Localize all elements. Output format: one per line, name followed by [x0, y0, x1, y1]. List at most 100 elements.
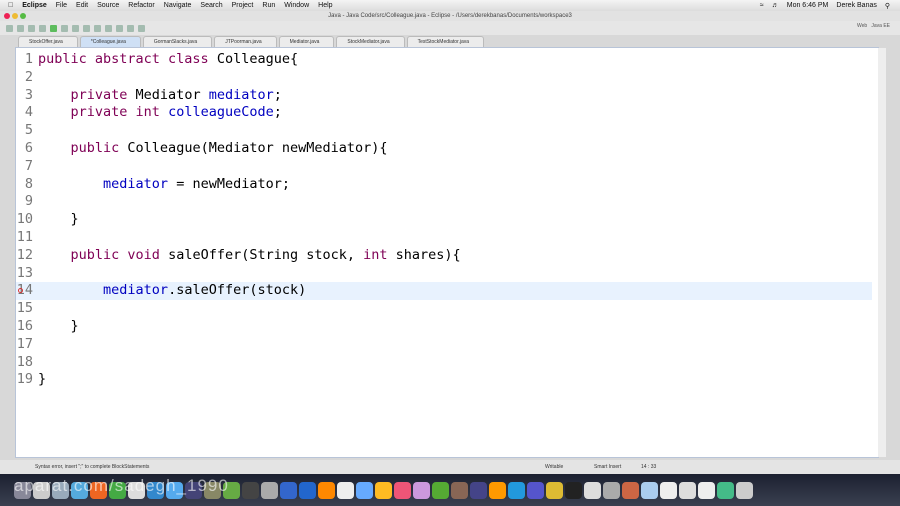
dock-app-icon[interactable] — [318, 481, 335, 499]
code-line[interactable]: 10 } — [16, 211, 872, 229]
dock-app-icon[interactable] — [261, 481, 278, 499]
dock-app-icon[interactable] — [508, 481, 525, 499]
dock-app-icon[interactable] — [242, 481, 259, 499]
close-button[interactable] — [4, 13, 10, 19]
line-number: 8 — [24, 175, 33, 192]
line-number: 1 — [24, 51, 33, 67]
dock-app-icon[interactable] — [432, 481, 449, 499]
code-line[interactable]: 8 mediator = newMediator; — [16, 176, 872, 194]
line-number: 12 — [16, 246, 33, 263]
perspective-java-ee[interactable]: Java EE — [871, 23, 890, 29]
minimize-button[interactable] — [12, 13, 18, 19]
dock-app-icon[interactable] — [622, 481, 639, 499]
new-class-icon[interactable] — [83, 24, 90, 32]
code-line[interactable]: 13 — [16, 265, 872, 283]
code-token: Colleague{ — [216, 51, 299, 67]
dock-app-icon[interactable] — [375, 481, 392, 499]
spotlight-icon[interactable]: ⚲ — [885, 2, 890, 10]
dock-app-icon[interactable] — [280, 481, 297, 499]
code-line[interactable]: 6 public Colleague(Mediator newMediator)… — [16, 140, 872, 158]
new-package-icon[interactable] — [72, 24, 79, 32]
dock-app-icon[interactable] — [698, 481, 715, 499]
dock-app-icon[interactable] — [584, 481, 601, 499]
tab-mediator[interactable]: Mediator.java — [278, 36, 335, 47]
next-annotation-icon[interactable] — [116, 24, 123, 32]
tab-colleague[interactable]: *Colleague.java — [79, 36, 141, 47]
code-line[interactable]: 18 — [16, 354, 872, 372]
dock-app-icon[interactable] — [565, 481, 582, 499]
line-number: 2 — [24, 68, 33, 85]
dock-app-icon[interactable] — [337, 481, 354, 499]
tab-teststockmediator[interactable]: TestStockMediator.java — [406, 36, 485, 47]
dock-app-icon[interactable] — [603, 481, 620, 499]
line-number: 6 — [24, 140, 33, 156]
dock-app-icon[interactable] — [489, 481, 506, 499]
tab-gormanslacks[interactable]: GormanSlacks.java — [142, 36, 213, 47]
back-icon[interactable] — [127, 24, 134, 32]
line-number: 4 — [24, 104, 33, 121]
code-line[interactable]: 3 private Mediator mediator; — [16, 87, 872, 105]
dock-app-icon[interactable] — [451, 481, 468, 499]
dock-app-icon[interactable] — [660, 481, 677, 499]
new-icon[interactable] — [6, 24, 13, 32]
menu-app[interactable]: Eclipse — [22, 2, 47, 9]
menu-edit[interactable]: Edit — [76, 2, 88, 9]
print-icon[interactable] — [28, 24, 35, 32]
clock[interactable]: Mon 6:46 PM — [787, 2, 829, 10]
code-line[interactable]: 2 — [16, 69, 872, 87]
menu-refactor[interactable]: Refactor — [128, 2, 154, 9]
dock-app-icon[interactable] — [470, 481, 487, 499]
dock-app-icon[interactable] — [527, 481, 544, 499]
code-line[interactable]: 1 public abstract class Colleague{ — [16, 51, 872, 69]
menu-source[interactable]: Source — [97, 2, 119, 9]
external-tools-icon[interactable] — [61, 24, 68, 32]
menu-navigate[interactable]: Navigate — [164, 2, 192, 9]
code-line[interactable]: 19} — [16, 371, 872, 389]
dock-app-icon[interactable] — [717, 481, 734, 499]
menu-file[interactable]: File — [56, 2, 67, 9]
menu-project[interactable]: Project — [232, 2, 254, 9]
tab-stockmediator[interactable]: StockMediator.java — [336, 36, 405, 47]
code-line[interactable]: 7 — [16, 158, 872, 176]
code-line[interactable]: 16 } — [16, 318, 872, 336]
perspective-web[interactable]: Web — [857, 23, 867, 29]
code-line[interactable]: 12 public void saleOffer(String stock, i… — [16, 247, 872, 265]
code-line[interactable]: 5 — [16, 122, 872, 140]
dock-app-icon[interactable] — [356, 481, 373, 499]
menu-help[interactable]: Help — [318, 2, 332, 9]
toolbar — [0, 21, 900, 35]
run-icon[interactable] — [50, 24, 57, 32]
tab-stockoffer[interactable]: StockOffer.java — [18, 36, 78, 47]
code-line[interactable]: 15 — [16, 300, 872, 318]
overview-ruler[interactable] — [878, 48, 886, 457]
code-line[interactable]: 11 — [16, 229, 872, 247]
forward-icon[interactable] — [138, 24, 145, 32]
save-icon[interactable] — [17, 24, 24, 32]
dock-app-icon[interactable] — [413, 481, 430, 499]
tab-jtpoorman[interactable]: JTPoorman.java — [214, 36, 277, 47]
code-line[interactable]: 9 — [16, 193, 872, 211]
wifi-icon[interactable]: ≈ — [760, 2, 764, 10]
menu-run[interactable]: Run — [262, 2, 275, 9]
zoom-button[interactable] — [20, 13, 26, 19]
code-line[interactable]: 14 mediator.saleOffer(stock) — [16, 282, 872, 301]
code-line[interactable]: 17 — [16, 336, 872, 354]
dock-app-icon[interactable] — [546, 481, 563, 499]
volume-icon[interactable]: ♬ — [772, 2, 779, 10]
dock-app-icon[interactable] — [394, 481, 411, 499]
menu-search[interactable]: Search — [200, 2, 222, 9]
code-line[interactable]: 4 private int colleagueCode; — [16, 104, 872, 122]
dock-app-icon[interactable] — [641, 481, 658, 499]
code-editor[interactable]: 1 public abstract class Colleague{2 3 priv… — [15, 47, 886, 458]
apple-icon[interactable]:  — [8, 2, 13, 9]
menu-window[interactable]: Window — [284, 2, 309, 9]
dock-app-icon[interactable] — [299, 481, 316, 499]
user-name[interactable]: Derek Banas — [836, 2, 876, 10]
dock-app-icon[interactable] — [679, 481, 696, 499]
search-icon[interactable] — [105, 24, 112, 32]
debug-icon[interactable] — [39, 24, 46, 32]
open-type-icon[interactable] — [94, 24, 101, 32]
line-number: 13 — [16, 264, 33, 281]
dock-app-icon[interactable] — [736, 481, 753, 499]
